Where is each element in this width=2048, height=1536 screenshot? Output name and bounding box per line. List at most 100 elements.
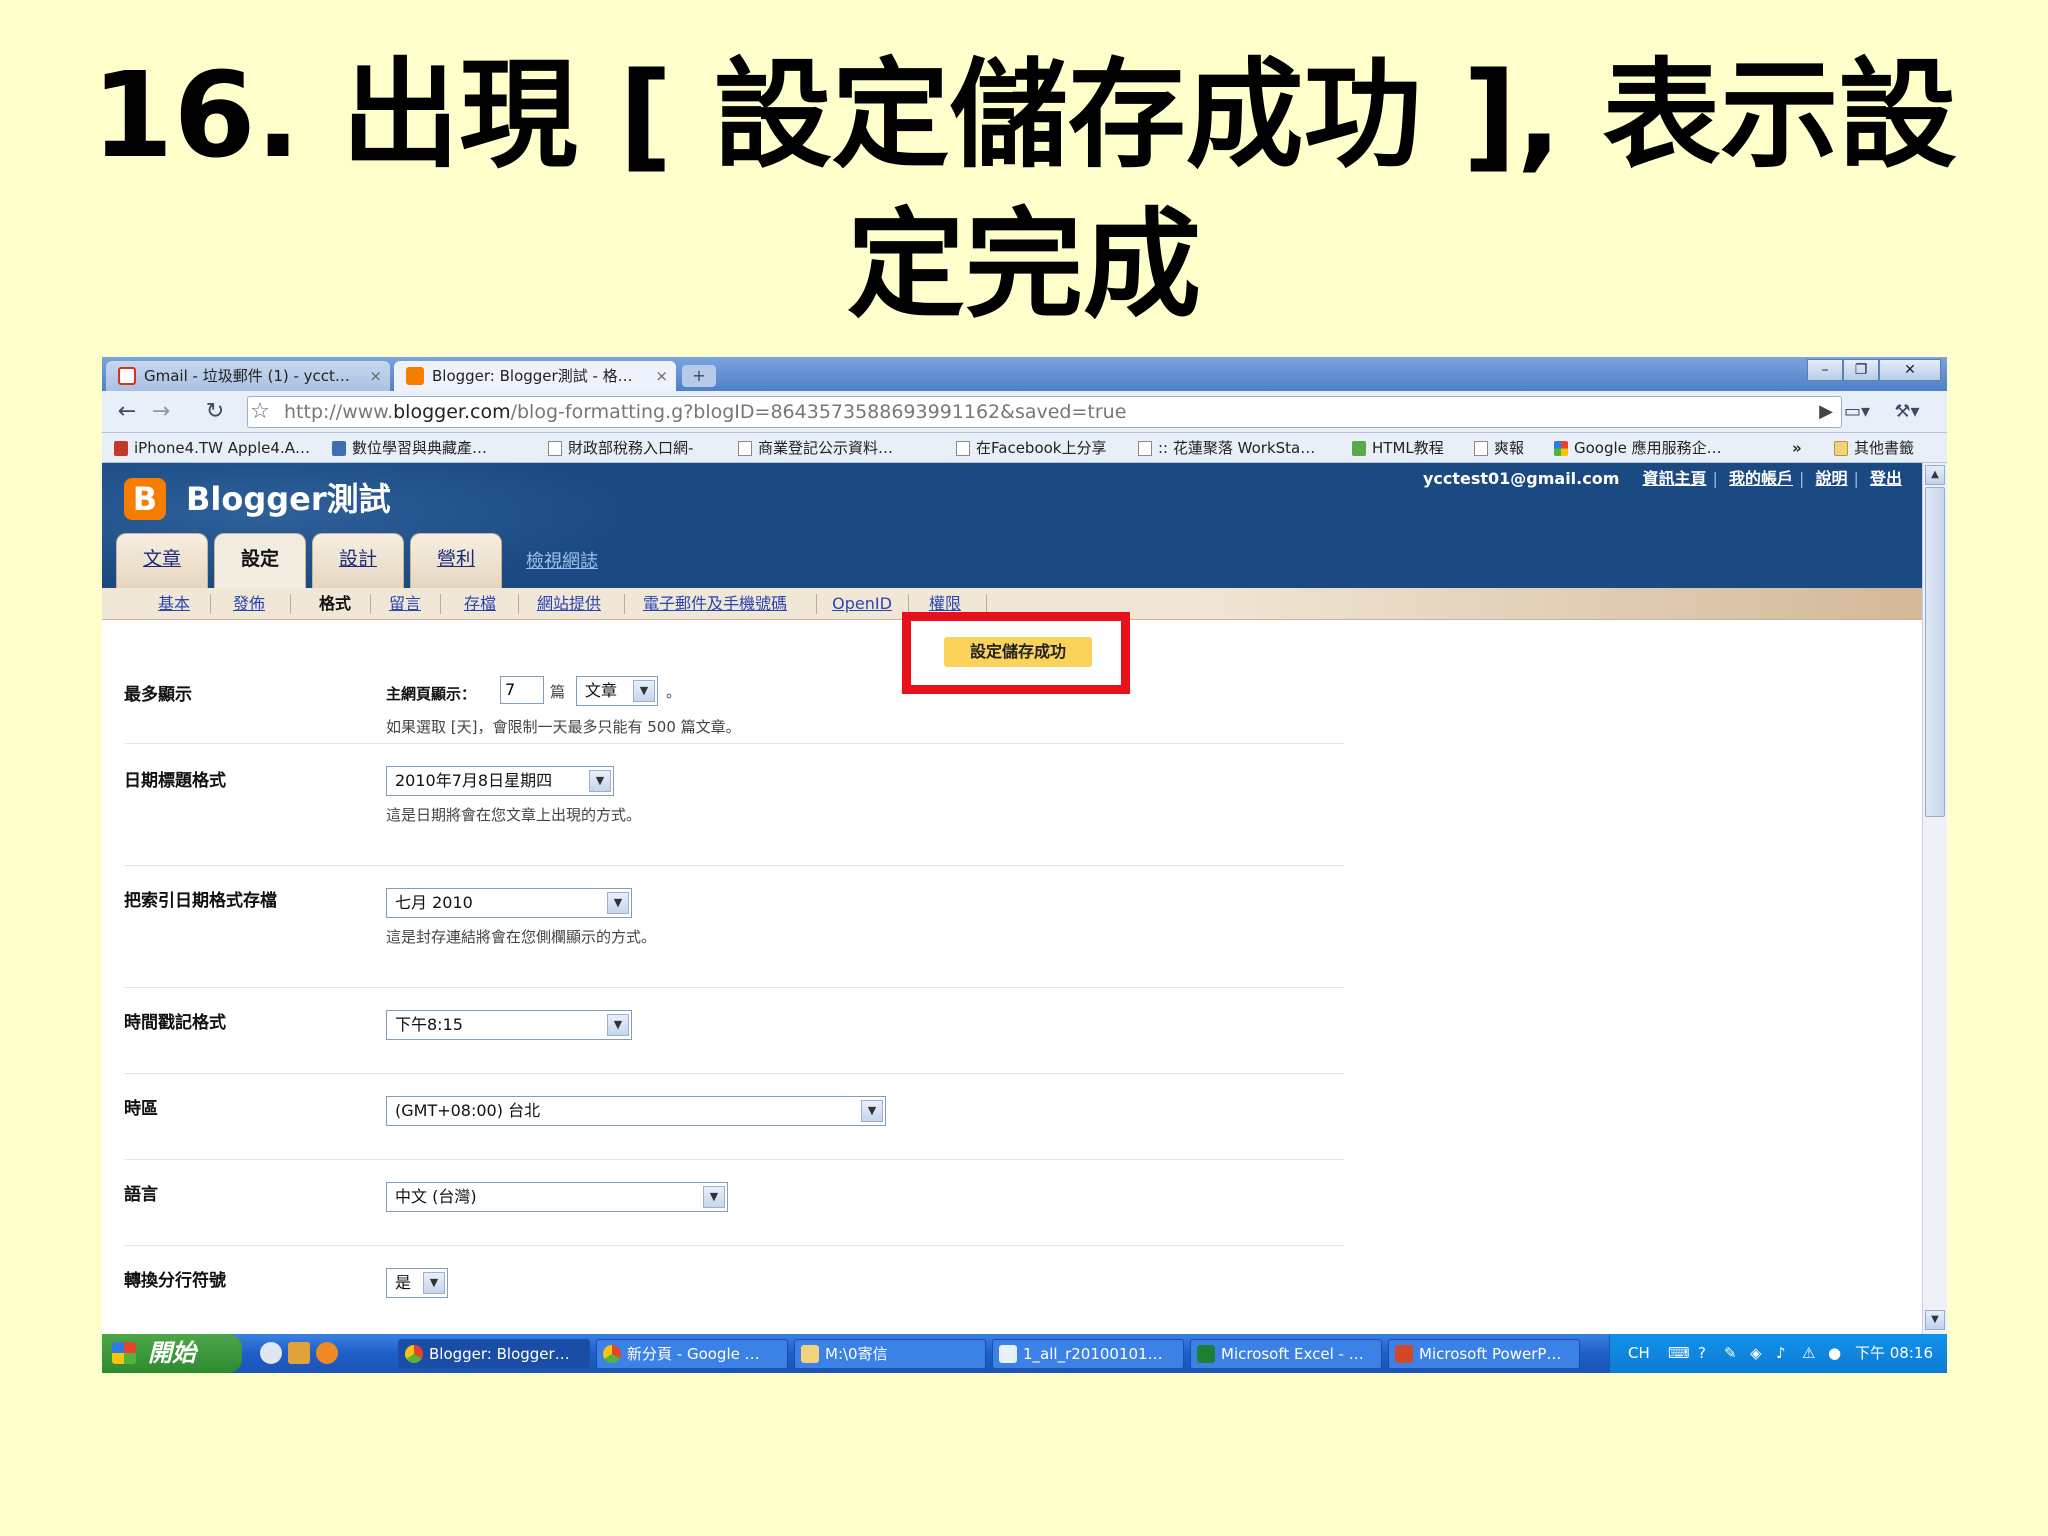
close-icon[interactable]: × [655,361,668,391]
help-icon[interactable]: ? [1698,1334,1706,1373]
quicklaunch-desktop-icon[interactable] [260,1342,282,1364]
select-value: 七月 2010 [395,893,473,912]
new-tab-button[interactable]: + [682,365,716,387]
tab-label: Blogger: Blogger測試 - 格… [432,367,633,385]
bookmark-label: iPhone4.TW Apple4.A… [134,439,310,457]
reload-icon[interactable]: ↻ [200,398,230,426]
other-bookmarks[interactable]: 其他書籤 [1832,433,1914,463]
subtab-basic[interactable]: 基本 [142,588,206,620]
dashboard-link[interactable]: 資訊主頁 [1642,469,1706,488]
pen-icon[interactable]: ✎ [1724,1334,1737,1373]
slide-title-line-1: 16. 出現 [ 設定儲存成功 ], 表示設 [91,46,1957,184]
setting-row-date-header: 日期標題格式 2010年7月8日星期四 ▼ 這是日期將會在您文章上出現的方式。 [124,744,1344,866]
chrome-icon [405,1345,423,1363]
network-icon[interactable]: ◈ [1750,1334,1762,1373]
subtab-email-mobile[interactable]: 電子郵件及手機號碼 [630,588,800,620]
max-posts-input[interactable]: 7 [500,676,544,704]
bookmark-label: Google 應用服務企… [1574,439,1722,457]
page-icon [1474,441,1488,456]
start-button[interactable]: 開始 [102,1334,242,1373]
sign-out-link[interactable]: 登出 [1870,469,1902,488]
setting-label: 把索引日期格式存檔 [124,891,277,911]
start-label: 開始 [148,1339,196,1367]
bookmark-item[interactable]: 財政部稅務入口網- [546,433,693,463]
taskbar-item-folder[interactable]: M:\0寄信 [794,1339,986,1369]
tab-settings[interactable]: 設定 [214,533,306,588]
taskbar-item-blogger[interactable]: Blogger: Blogger… [398,1339,590,1369]
bookmark-item[interactable]: 爽報 [1472,433,1524,463]
subtab-site-feed[interactable]: 網站提供 [524,588,614,620]
restore-button[interactable]: ❐ [1843,359,1879,381]
bookmarks-more-button[interactable]: » [1792,433,1802,463]
url-path: /blog-formatting.g?blogID=86435735886939… [510,401,1127,423]
page-menu-icon[interactable]: ▭▾ [1842,398,1872,426]
go-icon[interactable]: ▶ [1819,397,1833,427]
bookmark-item[interactable]: 數位學習與典藏產… [330,433,487,463]
tab-blogger[interactable]: Blogger: Blogger測試 - 格… × [394,361,676,391]
tab-design[interactable]: 設計 [312,533,404,588]
bookmark-item[interactable]: 在Facebook上分享 [954,433,1106,463]
close-icon[interactable]: × [369,361,382,391]
tab-monetize[interactable]: 營利 [410,533,502,588]
highlight-frame: 設定儲存成功 [902,612,1130,694]
minimize-button[interactable]: – [1807,359,1843,381]
max-posts-unit-select[interactable]: 文章 ▼ [576,676,658,706]
subtab-formatting[interactable]: 格式 [294,588,376,620]
taskbar-item-powerpoint[interactable]: Microsoft PowerP… [1388,1339,1580,1369]
vertical-scrollbar[interactable]: ▲ ▼ [1922,463,1947,1334]
keyboard-icon[interactable]: ⌨ [1668,1334,1690,1373]
timezone-select[interactable]: (GMT+08:00) 台北 ▼ [386,1096,886,1126]
address-bar[interactable]: ☆ http://www.blogger.com/blog-formatting… [247,396,1842,428]
convert-breaks-select[interactable]: 是 ▼ [386,1268,448,1298]
tab-posts[interactable]: 文章 [116,533,208,588]
timestamp-select[interactable]: 下午8:15 ▼ [386,1010,632,1040]
input-language[interactable]: CH [1628,1334,1650,1373]
scroll-down-icon[interactable]: ▼ [1925,1310,1945,1330]
scroll-up-icon[interactable]: ▲ [1925,465,1945,485]
quicklaunch-app-icon[interactable] [288,1342,310,1364]
tab-gmail[interactable]: Gmail - 垃圾郵件 (1) - ycct… × [106,361,390,391]
link-separator: | [1853,469,1859,488]
tab-strip: Gmail - 垃圾郵件 (1) - ycct… × Blogger: Blog… [102,357,1947,391]
quicklaunch-browser-icon[interactable] [316,1342,338,1364]
setting-label: 語言 [124,1185,158,1205]
bookmark-item[interactable]: 商業登記公示資料… [736,433,893,463]
language-select[interactable]: 中文 (台灣) ▼ [386,1182,728,1212]
taskbar-item-newtab[interactable]: 新分頁 - Google … [596,1339,788,1369]
scroll-thumb[interactable] [1925,487,1945,817]
subtab-archiving[interactable]: 存檔 [446,588,514,620]
security-icon[interactable]: ● [1828,1334,1841,1373]
view-blog-link[interactable]: 檢視網誌 [526,547,598,573]
taskbar-item-document[interactable]: 1_all_r20100101… [992,1339,1184,1369]
clock[interactable]: 下午 08:16 [1855,1334,1933,1373]
forward-arrow-icon[interactable]: → [146,398,176,426]
bookmark-item[interactable]: :: 花蓮聚落 WorkSta… [1136,433,1315,463]
select-value: 是 [395,1273,412,1292]
setting-row-timezone: 時區 (GMT+08:00) 台北 ▼ [124,1074,1344,1160]
account-email: ycctest01@gmail.com [1422,469,1620,488]
close-window-button[interactable]: ✕ [1879,359,1941,381]
subtab-comments[interactable]: 留言 [374,588,436,620]
star-icon[interactable]: ☆ [245,397,275,427]
my-account-link[interactable]: 我的帳戶 [1729,469,1793,488]
back-arrow-icon[interactable]: ← [112,398,142,426]
warning-icon[interactable]: ⚠ [1802,1334,1815,1373]
volume-icon[interactable]: ♪ [1776,1334,1786,1373]
bookmark-icon [1352,441,1366,456]
bookmark-label: 商業登記公示資料… [758,439,894,457]
help-link[interactable]: 說明 [1815,469,1847,488]
windows-logo-icon [112,1342,136,1364]
date-header-select[interactable]: 2010年7月8日星期四 ▼ [386,766,614,796]
account-links: ycctest01@gmail.com 資訊主頁 | 我的帳戶 | 說明 | 登出 [1423,467,1908,491]
bookmark-item[interactable]: iPhone4.TW Apple4.A… [112,433,310,463]
subtab-publishing[interactable]: 發佈 [214,588,284,620]
success-message: 設定儲存成功 [944,637,1092,667]
wrench-icon[interactable]: ⚒▾ [1892,398,1922,426]
taskbar-item-excel[interactable]: Microsoft Excel - … [1190,1339,1382,1369]
bookmark-item[interactable]: Google 應用服務企… [1552,433,1722,463]
subtab-openid[interactable]: OpenID [824,588,900,620]
chrome-icon [603,1345,621,1363]
tab-divider [210,594,211,614]
bookmark-item[interactable]: HTML教程 [1350,433,1444,463]
archive-format-select[interactable]: 七月 2010 ▼ [386,888,632,918]
